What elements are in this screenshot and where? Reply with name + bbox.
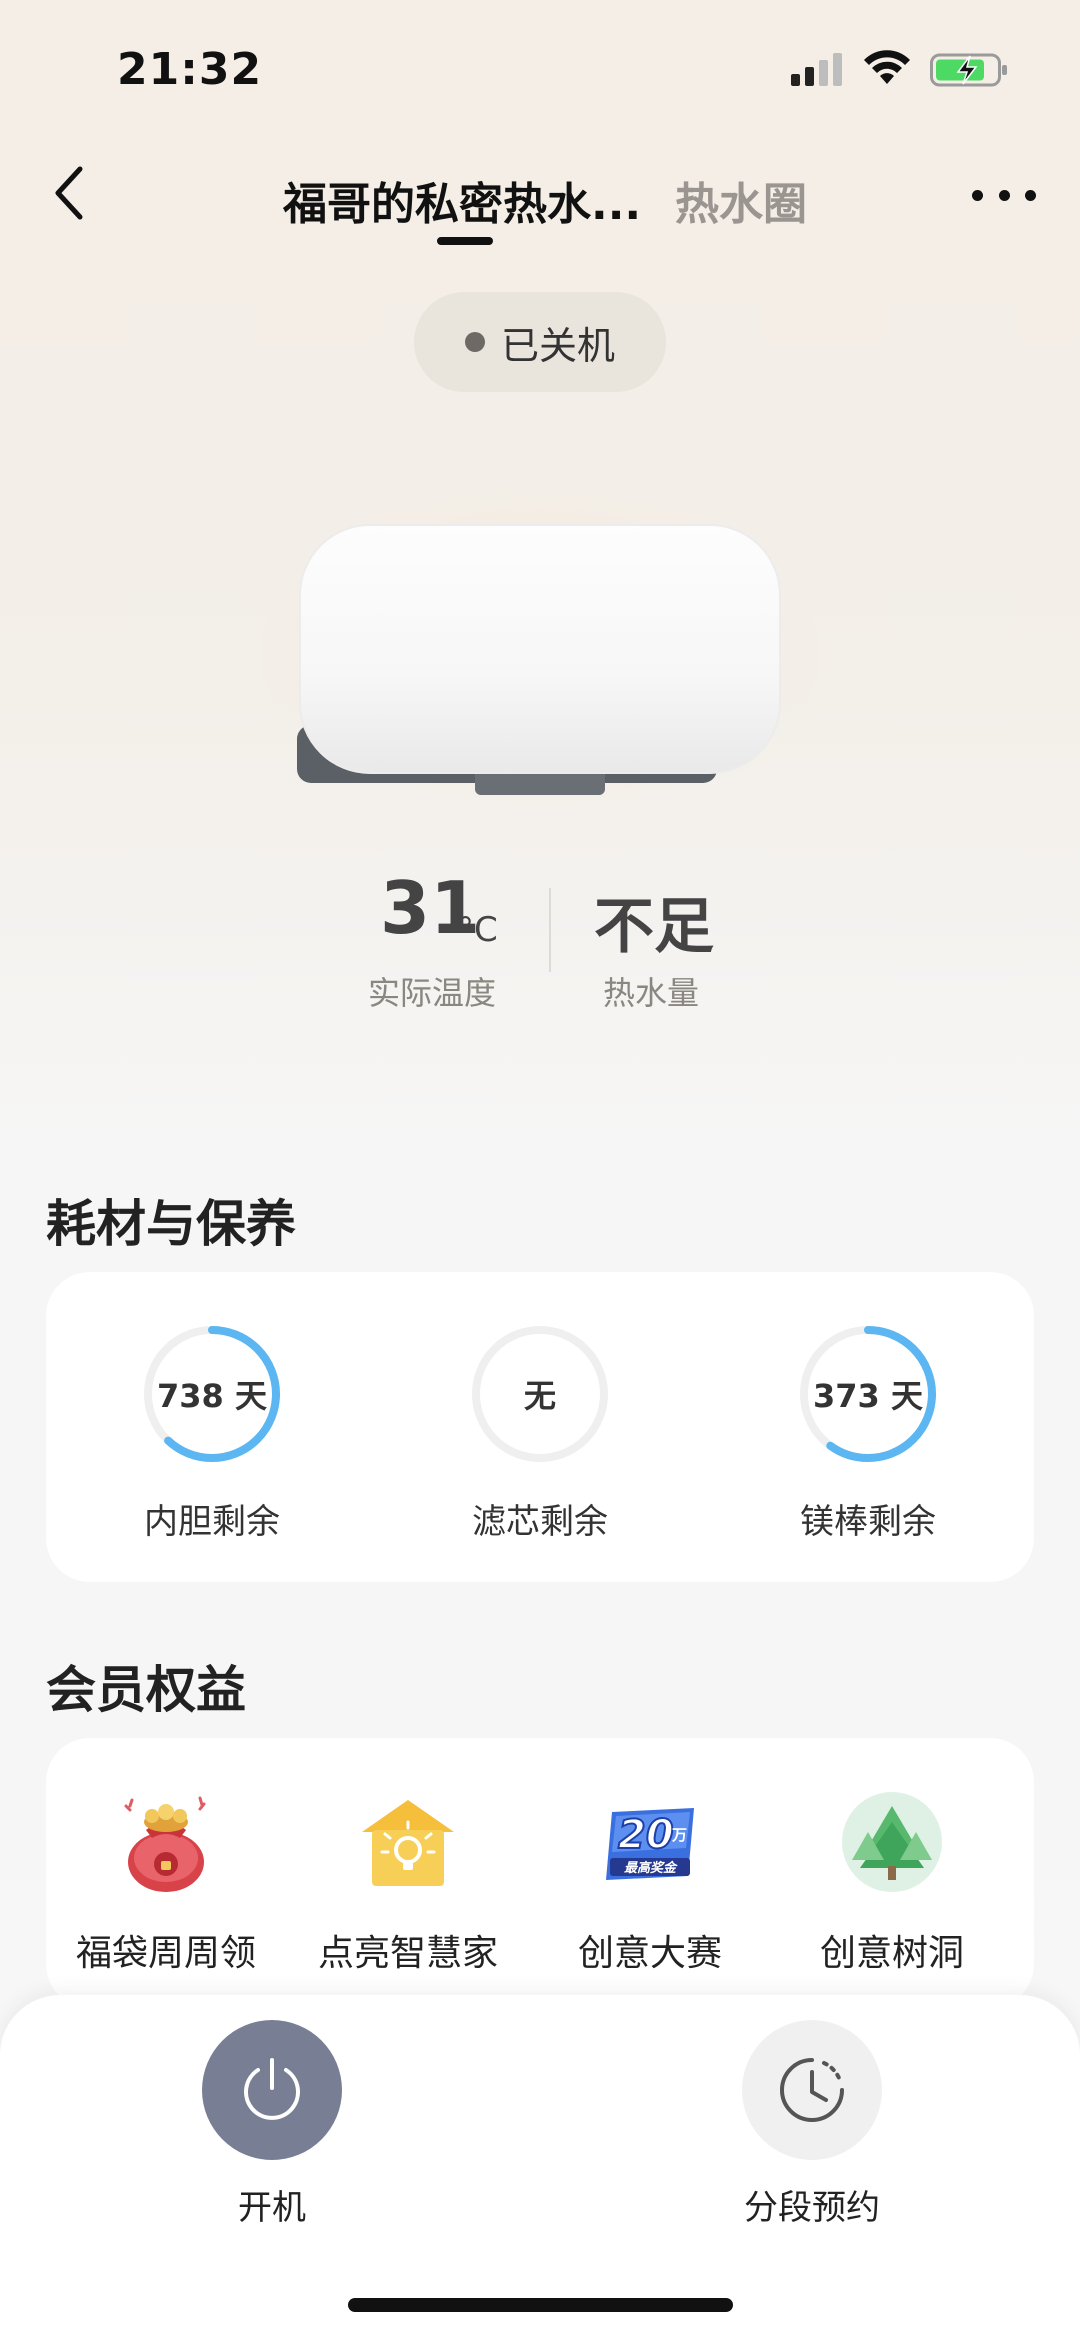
- consumable-item-tank[interactable]: 738 天 内胆剩余: [92, 1272, 332, 1582]
- power-status-badge: 已关机: [414, 292, 666, 392]
- magnesium-rod-remaining-label: 镁棒剩余: [800, 1502, 936, 1542]
- tab-hot-water-circle[interactable]: 热水圈: [675, 168, 807, 232]
- power-on-label: 开机: [238, 2188, 306, 2228]
- cellular-signal-icon: [791, 53, 842, 86]
- prize-unit: 万: [671, 1826, 687, 1844]
- benefit-creative-contest-label: 创意大赛: [577, 1933, 722, 1974]
- tree-hollow-icon: [842, 1792, 942, 1892]
- clock-icon: [780, 2058, 844, 2122]
- bottom-control-panel: [0, 1995, 1080, 2337]
- segment-schedule-button[interactable]: [742, 2020, 882, 2160]
- more-dot-icon: [972, 189, 983, 201]
- more-options-button[interactable]: [972, 175, 1036, 215]
- prize-caption: 最高奖金: [624, 1860, 678, 1876]
- benefit-lucky-bag[interactable]: 福袋周周领: [46, 1738, 286, 1998]
- back-button[interactable]: [44, 158, 94, 228]
- consumables-card: 738 天 内胆剩余 无 滤芯剩余 373 天 镁棒剩余: [46, 1272, 1034, 1582]
- magnesium-rod-remaining-value: 373 天: [813, 1377, 923, 1415]
- more-dot-icon: [1025, 189, 1036, 201]
- benefit-creative-contest[interactable]: 20 万 最高奖金 创意大赛: [530, 1738, 770, 1998]
- power-icon: [244, 2058, 300, 2120]
- more-dot-icon: [998, 189, 1010, 201]
- actual-temperature-label: 实际温度: [368, 974, 497, 1012]
- benefits-card: 福袋周周领 点亮智慧家 20 万 最高奖金 创意大赛 创意树洞: [46, 1738, 1034, 2008]
- wifi-icon: [864, 50, 910, 84]
- status-time: 21:32: [117, 44, 263, 95]
- power-on-button[interactable]: [202, 2020, 342, 2160]
- prize-200k-icon: 20 万 最高奖金: [606, 1808, 694, 1880]
- prize-number: 20: [618, 1812, 674, 1858]
- benefit-lucky-bag-label: 福袋周周领: [75, 1933, 256, 1974]
- battery-charging-icon: [930, 53, 1007, 87]
- benefit-smart-home-label: 点亮智慧家: [317, 1933, 498, 1974]
- tab-device[interactable]: 福哥的私密热水...: [283, 168, 641, 232]
- water-heater-image: [260, 485, 820, 835]
- benefit-tree-hollow[interactable]: 创意树洞: [772, 1738, 1012, 1998]
- benefits-section-title: 会员权益: [46, 1661, 246, 1719]
- smart-home-bulb-icon: [362, 1800, 454, 1886]
- tank-remaining-label: 内胆剩余: [144, 1502, 280, 1542]
- status-dot-icon: [464, 332, 485, 352]
- temperature-unit: °C: [457, 910, 498, 950]
- home-indicator: [348, 2298, 733, 2312]
- hot-water-amount-value: 不足: [594, 892, 714, 962]
- segment-schedule-label: 分段预约: [744, 2188, 880, 2228]
- active-tab-indicator: [437, 237, 493, 245]
- power-status-text: 已关机: [500, 323, 615, 368]
- tank-remaining-value: 738 天: [157, 1377, 267, 1415]
- consumable-item-filter[interactable]: 无 滤芯剩余: [420, 1272, 660, 1582]
- benefit-tree-hollow-label: 创意树洞: [819, 1933, 964, 1974]
- consumable-item-magnesium-rod[interactable]: 373 天 镁棒剩余: [748, 1272, 988, 1582]
- lucky-bag-icon: [124, 1796, 206, 1892]
- filter-remaining-label: 滤芯剩余: [472, 1502, 608, 1542]
- benefit-smart-home[interactable]: 点亮智慧家: [288, 1738, 528, 1998]
- hot-water-amount-label: 热水量: [603, 974, 700, 1012]
- reading-divider: [549, 888, 551, 972]
- consumables-section-title: 耗材与保养: [46, 1195, 296, 1253]
- filter-remaining-value: 无: [523, 1377, 556, 1415]
- chevron-left-icon: [55, 166, 83, 220]
